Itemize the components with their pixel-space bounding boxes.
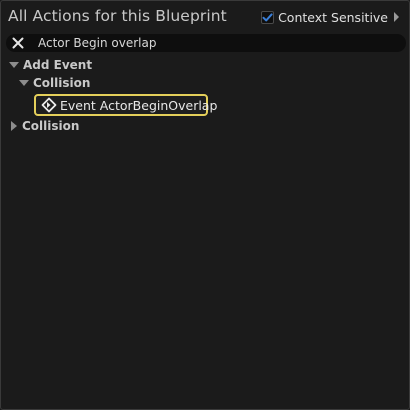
category-add-event[interactable]: Add Event — [9, 57, 92, 73]
checkmark-icon — [262, 12, 273, 21]
category-label: Collision — [33, 76, 91, 90]
expanded-arrow-icon[interactable] — [19, 80, 29, 86]
category-collision-expanded[interactable]: Collision — [19, 75, 90, 91]
clear-search-icon[interactable] — [11, 36, 25, 50]
menu-title: All Actions for this Blueprint — [8, 7, 227, 25]
category-collision-collapsed[interactable]: Collision — [9, 118, 79, 134]
action-item-event-actorbeginoverlap[interactable]: Event ActorBeginOverlap — [34, 94, 217, 116]
context-sensitive-checkbox[interactable] — [261, 10, 275, 24]
action-tree: Add Event Collision Event ActorBeginOver… — [1, 56, 409, 409]
category-label: Add Event — [23, 58, 93, 72]
context-sensitive-toggle[interactable]: Context Sensitive — [261, 9, 399, 25]
context-sensitive-label: Context Sensitive — [278, 9, 388, 25]
blueprint-action-menu: All Actions for this Blueprint Context S… — [0, 0, 410, 410]
menu-header: All Actions for this Blueprint Context S… — [1, 1, 409, 33]
event-diamond-icon — [41, 97, 57, 113]
expanded-arrow-icon[interactable] — [9, 62, 19, 68]
expand-arrow-icon[interactable] — [394, 12, 399, 22]
collapsed-arrow-icon[interactable] — [11, 121, 17, 131]
category-label: Collision — [22, 119, 80, 133]
action-item-label: Event ActorBeginOverlap — [60, 97, 218, 113]
search-input[interactable]: Actor Begin overlap — [38, 35, 156, 51]
search-field[interactable]: Actor Begin overlap — [6, 34, 406, 52]
